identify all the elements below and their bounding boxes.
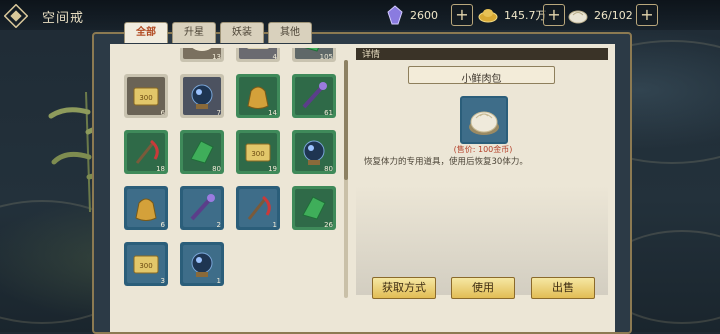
- tab-all[interactable]: 全部: [124, 22, 168, 43]
- inventory-slot[interactable]: 300 6: [124, 74, 168, 118]
- slot-background: [239, 189, 277, 227]
- category-tabs: 全部 升星 妖装 其他: [124, 22, 316, 44]
- slot-count: 2: [216, 221, 221, 229]
- item-title-bar: 小鲜肉包: [408, 66, 555, 85]
- inventory-slot[interactable]: 1: [236, 186, 280, 230]
- slot-count: 105: [319, 53, 333, 61]
- crystal-resource: 2600: [386, 4, 438, 26]
- inventory-slot[interactable]: 80: [292, 130, 336, 174]
- inventory-slot[interactable]: 18: [124, 130, 168, 174]
- bun-icon: [568, 10, 588, 24]
- svg-text:300: 300: [139, 262, 152, 270]
- slot-background: [183, 245, 221, 283]
- item-price: (售价: 100金币): [453, 145, 513, 154]
- slot-count: 3: [160, 277, 165, 285]
- gold-value: 145.7万: [504, 9, 547, 22]
- add-crystal-button[interactable]: +: [451, 4, 473, 26]
- slot-count: 7: [216, 109, 221, 117]
- slot-background: [183, 77, 221, 115]
- inventory-slot[interactable]: 2: [180, 186, 224, 230]
- slot-count: 19: [268, 165, 277, 173]
- tab-demon-gear[interactable]: 妖装: [220, 22, 264, 43]
- slot-count: 4: [272, 53, 277, 61]
- sell-button[interactable]: 出售: [531, 277, 595, 299]
- slot-count: 13: [212, 53, 221, 61]
- svg-text:300: 300: [139, 94, 152, 102]
- orb-icon: [191, 84, 213, 109]
- inventory-slot[interactable]: 300 3: [124, 242, 168, 286]
- slot-count: 1: [272, 221, 277, 229]
- slot-count: 26: [324, 221, 333, 229]
- inventory-scroll-thumb[interactable]: [344, 60, 348, 180]
- acquire-method-button[interactable]: 获取方式: [372, 277, 436, 299]
- tab-other[interactable]: 其他: [268, 22, 312, 43]
- inventory-slot[interactable]: 1: [180, 242, 224, 286]
- page-title: 空间戒: [42, 11, 85, 26]
- stamina-value: 26/102: [594, 8, 633, 22]
- inventory-slot[interactable]: 300 19: [236, 130, 280, 174]
- inventory-slot[interactable]: 4: [236, 48, 280, 62]
- coupon-icon: 300: [133, 87, 159, 106]
- crystal-value: 2600: [410, 8, 438, 22]
- item-name: 小鲜肉包: [461, 74, 502, 85]
- selected-item-slot: [460, 96, 508, 144]
- tab-star-up[interactable]: 升星: [172, 22, 216, 43]
- gold-ingot-icon: [478, 9, 498, 23]
- slot-count: 18: [156, 165, 165, 173]
- gold-resource: 145.7万: [478, 4, 547, 26]
- slot-background: 300: [127, 77, 165, 115]
- item-description: 恢复体力的专用道具，使用后恢复30体力。: [364, 157, 528, 167]
- add-stamina-button[interactable]: +: [636, 4, 658, 26]
- slot-background: [239, 48, 277, 59]
- inventory-slot[interactable]: 7: [180, 74, 224, 118]
- slot-count: 61: [324, 109, 333, 117]
- top-bar: 空间戒 2600 + 145.7万 + 26/102 +: [0, 0, 720, 30]
- inventory-slot[interactable]: 105: [292, 48, 336, 62]
- inventory-slot[interactable]: 14: [236, 74, 280, 118]
- slot-count: 80: [212, 165, 221, 173]
- slot-background: 300: [127, 245, 165, 283]
- slot-count: 14: [268, 109, 277, 117]
- slot-count: 6: [160, 221, 165, 229]
- orb-icon: [191, 252, 213, 277]
- add-gold-button[interactable]: +: [543, 4, 565, 26]
- inventory-grid: 13 4 105 300 6 7 14 61 18 80 300 19 80 6 2 1 26 300 3 1: [116, 48, 344, 298]
- use-button[interactable]: 使用: [451, 277, 515, 299]
- bun-icon: [469, 111, 499, 135]
- wand-icon: [190, 194, 215, 221]
- scroll-icon: [247, 48, 269, 49]
- slot-count: 1: [216, 277, 221, 285]
- slot-count: 6: [160, 109, 165, 117]
- back-button[interactable]: [4, 4, 28, 28]
- inventory-slot[interactable]: 26: [292, 186, 336, 230]
- slot-count: 80: [324, 165, 333, 173]
- crystal-icon: [387, 5, 403, 25]
- inventory-slot[interactable]: 61: [292, 74, 336, 118]
- slot-background: [183, 189, 221, 227]
- inventory-slot[interactable]: 6: [124, 186, 168, 230]
- scythe-icon: [247, 195, 271, 220]
- slot-background: [127, 189, 165, 227]
- detail-header: 详情: [356, 48, 608, 60]
- coupon-icon: 300: [133, 255, 159, 274]
- money-bag-icon: [135, 198, 157, 221]
- inventory-slot[interactable]: 80: [180, 130, 224, 174]
- svg-text:300: 300: [251, 150, 264, 158]
- stamina-resource: 26/102: [568, 4, 633, 26]
- detail-section-label: 详情: [362, 50, 381, 60]
- inventory-slot[interactable]: 13: [180, 48, 224, 62]
